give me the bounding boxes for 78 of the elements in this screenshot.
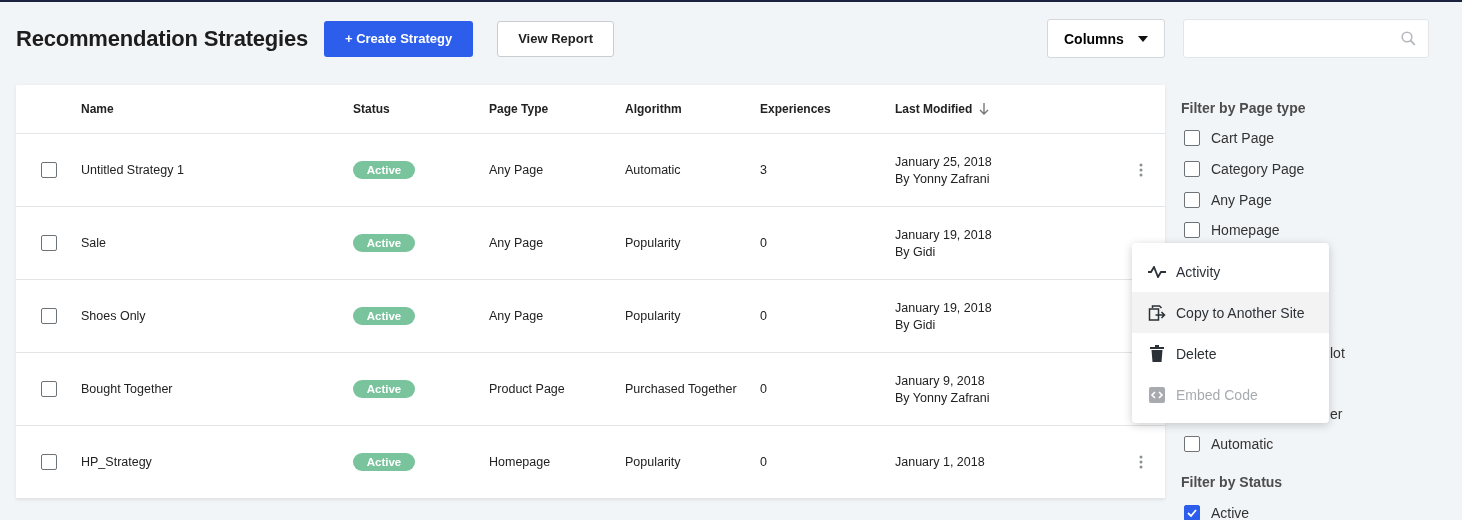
strategy-name[interactable]: Bought Together [81, 382, 173, 396]
modified-by: By Yonny Zafrani [895, 390, 990, 405]
row-checkbox[interactable] [40, 162, 57, 178]
page-title: Recommendation Strategies [16, 25, 309, 52]
filter-label: lot [1330, 345, 1345, 362]
filter-checkbox[interactable] [1184, 505, 1200, 520]
modified-date: January 1, 2018 [895, 455, 985, 469]
search-icon [1401, 31, 1416, 46]
table-cell: 3 [760, 163, 767, 177]
menu-item[interactable]: Copy to Another Site [1132, 292, 1329, 333]
row-checkbox[interactable] [40, 235, 57, 251]
modified-date: January 19, 2018 [895, 300, 992, 315]
sort-arrow-icon [979, 103, 990, 115]
status-badge: Active [353, 307, 415, 325]
modified-date: January 9, 2018 [895, 373, 985, 388]
column-header[interactable]: Experiences [760, 102, 831, 116]
strategy-name[interactable]: Shoes Only [81, 309, 146, 323]
table-cell: Popularity [625, 236, 681, 250]
filter-label: Active [1211, 505, 1250, 520]
filter-label: er [1330, 405, 1343, 422]
strategy-name[interactable]: Untitled Strategy 1 [81, 163, 184, 177]
status-badge: Active [353, 161, 415, 179]
table-cell: 0 [760, 309, 767, 323]
copy-icon [1148, 304, 1166, 321]
status-badge: Active [353, 380, 415, 398]
filter-label: Any Page [1211, 191, 1272, 208]
status-badge: Active [353, 453, 415, 471]
filter-label: Cart Page [1211, 130, 1275, 147]
filter-label: Category Page [1211, 161, 1305, 178]
view-report-button[interactable]: View Report [497, 20, 615, 57]
column-header[interactable]: Status [353, 102, 390, 116]
filter-checkbox[interactable] [1184, 130, 1200, 147]
more-options-icon[interactable] [1139, 455, 1143, 469]
filter-checkbox[interactable] [1184, 191, 1200, 208]
create-strategy-button[interactable]: + Create Strategy [324, 20, 474, 57]
trash-icon [1148, 345, 1166, 362]
caret-icon [1138, 35, 1148, 42]
table-cell: Automatic [625, 163, 681, 177]
column-header[interactable]: Name [81, 102, 114, 116]
row-checkbox[interactable] [40, 381, 57, 397]
column-header[interactable]: Algorithm [625, 102, 682, 116]
filter-checkbox[interactable] [1184, 222, 1200, 239]
table-cell: 0 [760, 382, 767, 396]
table-cell: Homepage [489, 455, 551, 469]
row-checkbox[interactable] [40, 454, 57, 470]
more-options-icon[interactable] [1139, 163, 1143, 177]
table-cell: Any Page [489, 309, 544, 323]
table-cell: Product Page [489, 382, 565, 396]
modified-by: By Gidi [895, 244, 936, 259]
table-cell: 0 [760, 455, 767, 469]
menu-item[interactable]: Delete [1132, 333, 1329, 374]
filter-label: Automatic [1211, 436, 1274, 453]
table-cell: Any Page [489, 236, 544, 250]
search-field[interactable] [1183, 19, 1429, 58]
code-icon [1148, 386, 1166, 403]
filter-heading: Filter by Status [1181, 472, 1284, 492]
modified-by: By Yonny Zafrani [895, 171, 990, 186]
table-cell: Popularity [625, 309, 681, 323]
modified-date: January 19, 2018 [895, 227, 992, 242]
filter-heading: Filter by Page type [1181, 99, 1307, 118]
menu-item[interactable]: Activity [1132, 251, 1329, 292]
columns-dropdown[interactable]: Columns [1047, 19, 1165, 58]
table-cell: Purchased Together [625, 382, 737, 396]
strategy-name[interactable]: HP_Strategy [81, 455, 152, 469]
strategy-name[interactable]: Sale [81, 236, 107, 250]
table-cell: Popularity [625, 455, 681, 469]
modified-by: By Gidi [895, 317, 936, 332]
status-badge: Active [353, 234, 415, 252]
modified-date: January 25, 2018 [895, 154, 992, 169]
filter-checkbox[interactable] [1184, 436, 1200, 453]
column-header[interactable]: Page Type [489, 102, 549, 116]
filter-checkbox[interactable] [1184, 161, 1200, 178]
pulse-icon [1148, 265, 1166, 278]
table-cell: 0 [760, 236, 767, 250]
table-cell: Any Page [489, 163, 544, 177]
row-checkbox[interactable] [40, 308, 57, 324]
filter-label: Homepage [1211, 222, 1280, 239]
column-header[interactable]: Last Modified [895, 102, 973, 116]
